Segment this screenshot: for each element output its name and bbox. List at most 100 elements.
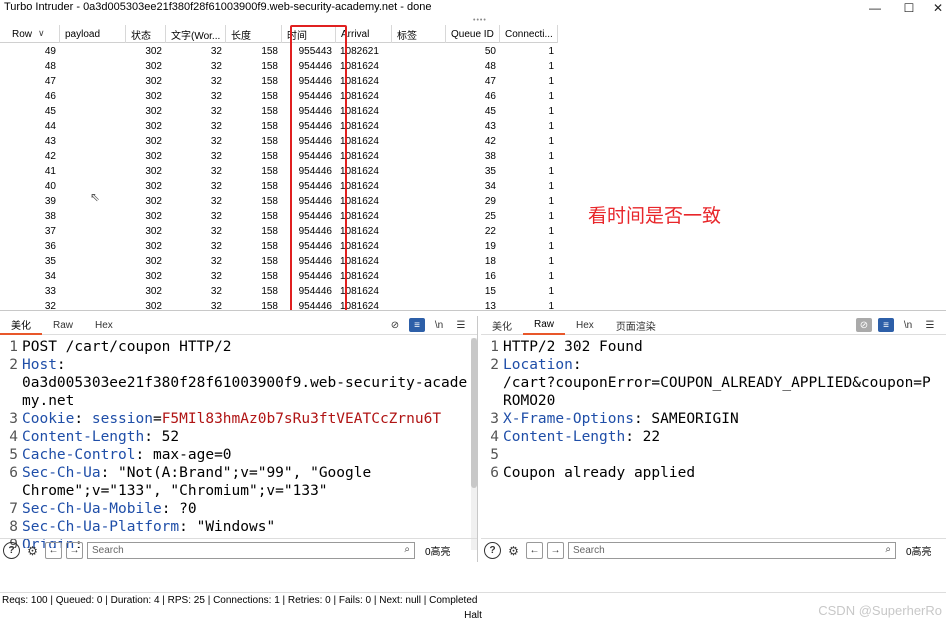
line-number: 6 (490, 465, 499, 481)
table-row[interactable]: 40 302 32 158 954446 1081624 34 1 (0, 179, 558, 194)
table-cell-row: 44 (44, 121, 56, 132)
table-row[interactable]: 47 302 32 158 954446 1081624 47 1 (0, 74, 558, 89)
request-scrollbar[interactable] (471, 338, 477, 550)
request-search-input[interactable]: Search ⌕ (87, 542, 415, 559)
table-row[interactable]: 32 302 32 158 954446 1081624 13 1 (0, 299, 558, 311)
table-cell-words: 32 (210, 136, 222, 147)
line-text: Host: 0a3d005303ee21f380f28f61003900f9.w… (22, 356, 473, 410)
tab-0[interactable]: 美化 (0, 316, 42, 335)
wrap-toggle-icon[interactable]: ≡ (409, 318, 425, 332)
column-header[interactable]: 文字(Wor... (166, 25, 226, 43)
halt-button[interactable]: Halt (0, 610, 946, 621)
minimize-button[interactable]: — (858, 0, 892, 16)
table-cell-words: 32 (210, 241, 222, 252)
table-cell-status: 302 (145, 136, 162, 147)
table-cell-queue: 35 (484, 166, 496, 177)
back-icon[interactable]: ← (45, 542, 62, 559)
table-cell-row: 45 (44, 106, 56, 117)
newline-icon[interactable]: \n (431, 318, 447, 332)
help-icon[interactable]: ? (3, 542, 20, 559)
results-table: Row payload 状态 文字(Wor... 长度 时间 Arrival 标签 Queue … (0, 25, 946, 311)
table-cell-words: 32 (210, 61, 222, 72)
column-header[interactable]: Queue ID (446, 25, 500, 43)
column-header[interactable]: 标签 (392, 25, 446, 43)
forward-icon[interactable]: → (547, 542, 564, 559)
table-row[interactable]: 48 302 32 158 954446 1081624 48 1 (0, 59, 558, 74)
table-row[interactable]: 44 302 32 158 954446 1081624 43 1 (0, 119, 558, 134)
back-icon[interactable]: ← (526, 542, 543, 559)
text-span: : 22 (625, 429, 661, 445)
table-row[interactable]: 39 302 32 158 954446 1081624 29 1 (0, 194, 558, 209)
column-header[interactable]: payload (60, 25, 126, 43)
table-cell-tag (392, 284, 446, 299)
table-row[interactable]: 43 302 32 158 954446 1081624 42 1 (0, 134, 558, 149)
table-row[interactable]: 38 302 32 158 954446 1081624 25 1 (0, 209, 558, 224)
sort-chevron-icon[interactable]: ∨ (38, 28, 45, 39)
response-search-input[interactable]: Search ⌕ (568, 542, 896, 559)
table-cell-status: 302 (145, 301, 162, 311)
menu-icon[interactable]: ☰ (453, 318, 469, 332)
response-editor[interactable]: 1 HTTP/2 302 Found 2 Location: /cart?coupon… (481, 338, 946, 548)
table-cell-status: 302 (145, 181, 162, 192)
table-header: Row payload 状态 文字(Wor... 长度 时间 Arrival 标签 Queue … (0, 25, 558, 43)
code-line: 6 Coupon already applied (481, 464, 946, 482)
table-row[interactable]: 49 302 32 158 955443 1082621 50 1 (0, 44, 558, 59)
table-cell-length: 158 (261, 46, 278, 57)
scrollbar-thumb[interactable] (471, 338, 477, 488)
table-row[interactable]: 46 302 32 158 954446 1081624 46 1 (0, 89, 558, 104)
table-cell-length: 158 (261, 271, 278, 282)
table-cell-length: 158 (261, 181, 278, 192)
line-number: 5 (490, 447, 499, 463)
tab-1[interactable]: Raw (42, 316, 84, 335)
table-cell-words: 32 (210, 106, 222, 117)
table-row[interactable]: 45 302 32 158 954446 1081624 45 1 (0, 104, 558, 119)
column-header[interactable]: Connecti... (500, 25, 558, 43)
request-editor[interactable]: 1 POST /cart/coupon HTTP/2 2 Host: 0a3d0053… (0, 338, 477, 548)
column-header[interactable]: 状态 (126, 25, 166, 43)
close-button[interactable]: ✕ (921, 0, 946, 16)
table-row[interactable]: 34 302 32 158 954446 1081624 16 1 (0, 269, 558, 284)
tab-3[interactable]: 页面渲染 (605, 316, 667, 335)
table-cell-tag (392, 44, 446, 59)
text-span: : 0a3d005303ee21f380f28f61003900f9.web-s… (22, 357, 468, 409)
table-row[interactable]: 37 302 32 158 954446 1081624 22 1 (0, 224, 558, 239)
table-cell-payload (60, 284, 126, 299)
line-text: Content-Length: 52 (22, 428, 473, 446)
table-row[interactable]: 33 302 32 158 954446 1081624 15 1 (0, 284, 558, 299)
table-cell-status: 302 (145, 226, 162, 237)
table-row[interactable]: 35 302 32 158 954446 1081624 18 1 (0, 254, 558, 269)
table-cell-status: 302 (145, 46, 162, 57)
table-cell-queue: 47 (484, 76, 496, 87)
table-cell-length: 158 (261, 286, 278, 297)
eye-off-icon[interactable]: ⊘ (387, 318, 403, 332)
column-header[interactable]: 长度 (226, 25, 282, 43)
table-cell-conn: 1 (548, 121, 554, 132)
splitter-grip-icon[interactable]: •••• (473, 17, 487, 24)
table-cell-queue: 34 (484, 181, 496, 192)
tab-0[interactable]: 美化 (481, 316, 523, 335)
table-cell-length: 158 (261, 166, 278, 177)
column-header[interactable]: Row (0, 25, 60, 43)
table-row[interactable]: 42 302 32 158 954446 1081624 38 1 (0, 149, 558, 164)
help-icon[interactable]: ? (484, 542, 501, 559)
table-row[interactable]: 36 302 32 158 954446 1081624 19 1 (0, 239, 558, 254)
line-number: 3 (9, 411, 18, 427)
code-line: 3 X-Frame-Options: SAMEORIGIN (481, 410, 946, 428)
code-line: 2 Host: 0a3d005303ee21f380f28f61003900f9.… (0, 356, 477, 410)
settings-icon[interactable]: ⚙ (505, 542, 522, 559)
forward-icon[interactable]: → (66, 542, 83, 559)
tab-1[interactable]: Raw (523, 316, 566, 335)
menu-icon[interactable]: ☰ (922, 318, 938, 332)
settings-icon[interactable]: ⚙ (24, 542, 41, 559)
annotation-text: 看时间是否一致 (588, 205, 722, 227)
eye-off-icon[interactable]: ⊘ (856, 318, 872, 332)
line-text: Coupon already applied (503, 464, 942, 482)
text-span: : (74, 411, 92, 427)
tab-2[interactable]: Hex (84, 316, 124, 335)
table-cell-words: 32 (210, 301, 222, 311)
tab-2[interactable]: Hex (565, 316, 605, 335)
table-cell-length: 158 (261, 211, 278, 222)
newline-icon[interactable]: \n (900, 318, 916, 332)
wrap-toggle-icon[interactable]: ≡ (878, 318, 894, 332)
table-row[interactable]: 41 302 32 158 954446 1081624 35 1 (0, 164, 558, 179)
